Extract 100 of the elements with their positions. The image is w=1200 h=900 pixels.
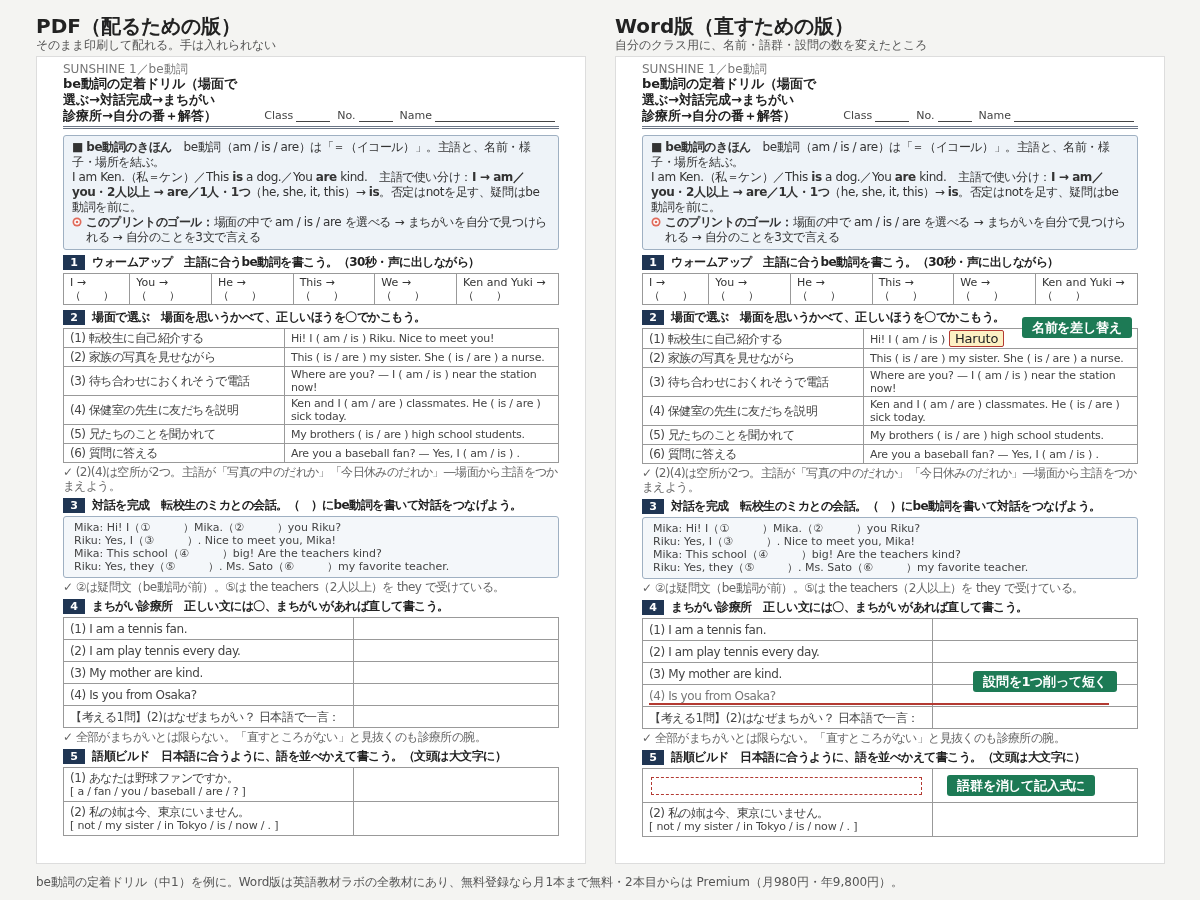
section-heading: 対話を完成 転校生のミカとの会話。（ ）にbe動詞を書いて対話をつなげよう。	[671, 499, 1101, 514]
sentence-text: Where are you? — I ( am / is ) near the station now!	[290, 368, 537, 394]
dialogue-line: Mika: This school（④ ）big! Are the teachers kind?	[74, 547, 383, 560]
worksheet-title: 選ぶ→対話完成→まちがい	[63, 92, 216, 108]
annotation-callout: 語群を消して記入式に	[947, 775, 1096, 796]
info-text: ■ be動詞のきほん be動詞（am / is / are）は「＝（イコール）」。主語と、名前・様子・場所を結ぶ。	[651, 140, 1111, 170]
field-label: Name	[399, 109, 432, 122]
table-cell-text: （ ）	[960, 289, 1006, 302]
table-cell-text: （ ）	[878, 289, 924, 302]
section-number: 2	[63, 310, 85, 325]
table-cell-text: This →	[878, 276, 915, 289]
table-cell-text: (6) 質問に答える	[649, 447, 737, 461]
sentence-text: Where are you? — I ( am / is ) near the station now!	[869, 369, 1116, 395]
table-cell-text: (4) 保健室の先生に友だちを説明	[649, 404, 818, 418]
prompt-text: (2) 私の姉は今、東京にいません。	[70, 805, 251, 819]
dialogue-line: Riku: Yes, they（⑤ ）. Ms. Sato（⑥ ）my favorite teacher.	[653, 561, 1030, 574]
worksheet-title: 診療所→自分の番＋解答）	[63, 108, 218, 124]
dialogue-line: Mika: Hi! I（① ）Mika.（② ）you Riku?	[74, 521, 343, 534]
hint-note: ✓ ②は疑問文（be動詞が前）。⑤は the teachers（2人以上）を they で受けている。	[642, 581, 1085, 595]
section-heading: 場面で選ぶ 場面を思いうかべて、正しいほうを〇でかこもう。	[92, 310, 426, 325]
section-heading: まちがい診療所 正しい文には〇、まちがいがあれば直して書こう。	[671, 600, 1028, 615]
hint-note: ✓ 全部がまちがいとは限らない。「直すところがない」と見抜くのも診療所の腕。	[63, 730, 488, 744]
table-cell-text: （ ）	[381, 289, 427, 302]
worksheet-title: 診療所→自分の番＋解答）	[642, 108, 797, 124]
sentence-text: Are you a baseball fan? — Yes, I ( am / is ) .	[869, 447, 1099, 461]
replacement-tag: Haruto	[949, 330, 1005, 347]
sentence-text: This ( is / are ) my sister. She ( is / are ) a nurse.	[869, 351, 1124, 365]
section-number: 3	[63, 498, 85, 513]
field-label: Class	[843, 109, 873, 122]
info-text: このプリントのゴール：場面の中で am / is / are を選べる → まちがいを自分で見つけられる → 自分のことを3文で言える	[86, 215, 548, 245]
prompt-text: (1) あなたは野球ファンですか。	[70, 771, 240, 785]
sentence-text: Are you a baseball fan? — Yes, I ( am / is ) .	[290, 446, 520, 460]
panel-title: PDF（配るための版）	[36, 14, 242, 38]
dialogue-line: Mika: Hi! I（① ）Mika.（② ）you Riku?	[653, 522, 922, 535]
field-label: Name	[978, 109, 1011, 122]
table-cell-text: (1) 転校生に自己紹介する	[70, 331, 204, 345]
sentence-text: (2) I am play tennis every day.	[70, 643, 241, 658]
table-cell-text: I →（ ）	[70, 276, 115, 302]
section-heading: 語順ビルド 日本語に合うように、語を並べかえて書こう。（文頭は大文字に）	[671, 750, 1085, 765]
section-heading: 対話を完成 転校生のミカとの会話。（ ）にbe動詞を書いて対話をつなげよう。	[92, 498, 522, 513]
panel-subtitle: 自分のクラス用に、名前・語群・設問の数を変えたところ	[615, 38, 928, 52]
field-label: Class	[264, 109, 294, 122]
annotation-callout: 名前を差し替え	[1021, 317, 1132, 338]
hint-note: ✓ (2)(4)は空所が2つ。主語が「写真の中のだれか」「今日休みのだれか」―場面から主語をつかまえよう。	[642, 466, 1138, 494]
table-cell-text: He →	[796, 276, 826, 289]
table-cell-text: （ ）	[715, 289, 761, 302]
info-text: I am Ken.（私＝ケン）／This is a dog.／You are kind. 主語で使い分け：I → am／you・2人以上 → are／1人・1つ（he, she, it, this）→ is。否定はnotを足す、疑問はbe動詞を前に。	[72, 170, 541, 215]
worksheet-title: 選ぶ→対話完成→まちがい	[642, 92, 795, 108]
panel-subtitle: そのまま印刷して配れる。手は入れられない	[36, 38, 277, 52]
field-label: No.	[337, 109, 356, 122]
dialogue-line: Riku: Yes, I（③ ）. Nice to meet you, Mika!	[653, 535, 917, 548]
dialogue-line: Mika: This school（④ ）big! Are the teachers kind?	[653, 548, 962, 561]
table-cell-text: Ken and Yuki →	[462, 276, 547, 289]
sentence-text: This ( is / are ) my sister. She ( is / are ) a nurse.	[290, 350, 545, 364]
hint-note: ✓ ②は疑問文（be動詞が前）。⑤は the teachers（2人以上）を they で受けている。	[63, 580, 506, 594]
sentence-text: Ken and I ( am / are ) classmates. He ( is / are ) sick today.	[869, 398, 1120, 424]
table-cell-text: This →	[299, 276, 336, 289]
table-cell-text: (6) 質問に答える	[70, 446, 158, 460]
sentence-text: 【考える1問】(2)はなぜまちがい？ 日本語で一言：	[70, 709, 341, 724]
info-text: I am Ken.（私＝ケン）／This is a dog.／You are kind. 主語で使い分け：I → am／you・2人以上 → are／1人・1つ（he, she, it, this）→ is。否定はnotを足す、疑問はbe動詞を前に。	[651, 170, 1120, 215]
table-cell-text: Ken and Yuki →	[1041, 276, 1126, 289]
worksheet-title: be動詞の定着ドリル（場面で	[63, 76, 238, 92]
table-cell-text: We →	[960, 276, 991, 289]
sentence-text: (2) I am play tennis every day.	[649, 644, 820, 659]
field-label: No.	[916, 109, 935, 122]
sentence-text: (3) My mother are kind.	[70, 665, 203, 680]
section-number: 1	[63, 255, 85, 270]
annotation-callout: 設問を1つ削って短く	[973, 671, 1118, 692]
table-cell-text: (1) 転校生に自己紹介する	[649, 331, 783, 346]
table-cell-text: （ ）	[1041, 289, 1087, 302]
section-heading: 場面で選ぶ 場面を思いうかべて、正しいほうを〇でかこもう。	[671, 310, 1005, 325]
series-label: SUNSHINE 1／be動詞	[642, 63, 768, 76]
sentence-text: (1) I am a tennis fan.	[649, 622, 767, 637]
section-number: 4	[642, 600, 664, 615]
sentence-text: My brothers ( is / are ) high school students.	[869, 428, 1104, 442]
sentence-text: (1) I am a tennis fan.	[70, 621, 188, 636]
section-heading: ウォームアップ 主語に合うbe動詞を書こう。（30秒・声に出しながら）	[671, 255, 1059, 270]
word-bank: [ a / fan / you / baseball / are / ? ]	[70, 785, 247, 798]
table-cell-text: You →	[715, 276, 748, 289]
section-number: 5	[63, 749, 85, 764]
sentence-text: Hi! I ( am / is )	[869, 333, 945, 346]
hint-note: ✓ (2)(4)は空所が2つ。主語が「写真の中のだれか」「今日休みのだれか」―場面から主語をつかまえよう。	[63, 465, 559, 493]
table-cell-text: (2) 家族の写真を見せながら	[70, 350, 216, 364]
table-cell-text: He →	[217, 276, 247, 289]
panel-title: Word版（直すための版）	[615, 14, 856, 38]
table-cell-text: （ ）	[796, 289, 842, 302]
target-icon	[72, 217, 82, 227]
dialogue-line: Riku: Yes, I（③ ）. Nice to meet you, Mika!	[74, 534, 338, 547]
table-cell-text: We →	[381, 276, 412, 289]
section-heading: 語順ビルド 日本語に合うように、語を並べかえて書こう。（文頭は大文字に）	[92, 749, 506, 764]
section-number: 2	[642, 310, 664, 325]
section-number: 3	[642, 499, 664, 514]
sentence-text: (3) My mother are kind.	[649, 666, 782, 681]
table-cell-text: (3) 待ち合わせにおくれそうで電話	[649, 375, 829, 389]
table-cell-text: (2) 家族の写真を見せながら	[649, 351, 795, 365]
word-bank: [ not / my sister / in Tokyo / is / now / . ]	[70, 819, 280, 832]
table-cell-text: (5) 兄たちのことを聞かれて	[649, 428, 795, 442]
series-label: SUNSHINE 1／be動詞	[63, 63, 189, 76]
worksheet-title: be動詞の定着ドリル（場面で	[642, 76, 817, 92]
section-heading: まちがい診療所 正しい文には〇、まちがいがあれば直して書こう。	[92, 599, 449, 614]
